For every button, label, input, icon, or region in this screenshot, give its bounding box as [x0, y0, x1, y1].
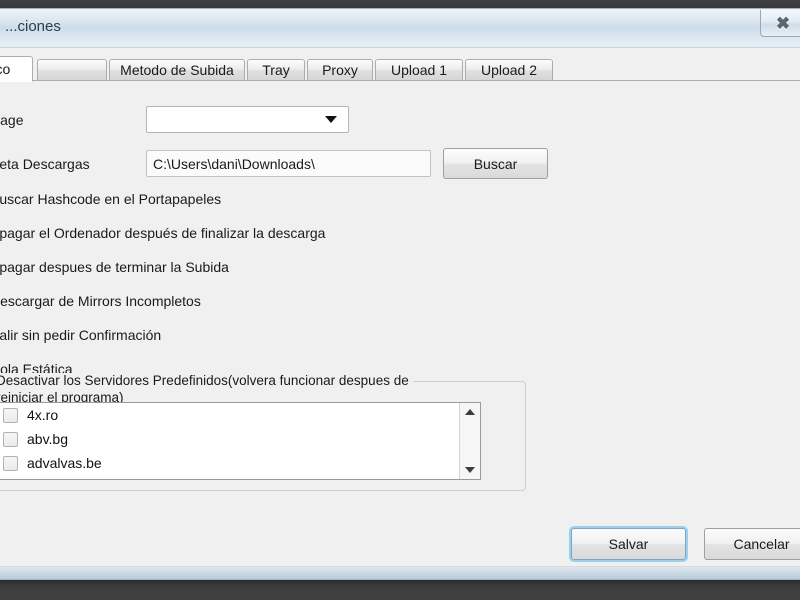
tab-upload-2[interactable]: Upload 2	[465, 59, 553, 81]
checkbox-label: Buscar Hashcode en el Portapapeles	[0, 191, 222, 207]
desktop-background: ...ciones ✖ ásico Metodo de Subida Tray …	[0, 0, 800, 600]
download-folder-input[interactable]: C:\Users\dani\Downloads\	[146, 150, 431, 177]
tab-strip-baseline	[0, 80, 800, 81]
scroll-down-button[interactable]	[460, 461, 480, 479]
checkbox-apagar-despues-subida[interactable]: Apagar despues de terminar la Subida	[0, 257, 229, 277]
language-label: anguage	[0, 112, 24, 128]
list-item[interactable]: abv.bg	[0, 427, 480, 451]
tab-label: Tray	[262, 62, 290, 78]
disabled-servers-groupbox: Desactivar los Servidores Predefinidos(v…	[0, 373, 526, 491]
tab-panel-basico: anguage Carpeta Descargas C:\Users\dani\…	[0, 81, 800, 579]
browse-button-label: Buscar	[473, 155, 518, 172]
tab-label: ásico	[0, 61, 11, 77]
chevron-up-icon	[465, 409, 475, 415]
checkbox-label: Apagar el Ordenador después de finalizar…	[0, 225, 326, 241]
groupbox-title-line1: Desactivar los Servidores Predefinidos(v…	[0, 373, 413, 388]
list-item-label: advalvas.be	[27, 455, 102, 471]
chevron-down-icon	[465, 467, 475, 473]
browse-button[interactable]: Buscar	[443, 148, 548, 179]
tab-metodo-de-subida[interactable]: Metodo de Subida	[109, 59, 245, 81]
checkbox-label: Apagar despues de terminar la Subida	[0, 259, 229, 275]
checkbox-icon	[3, 431, 18, 447]
checkbox-icon	[3, 455, 18, 471]
tab-tray[interactable]: Tray	[247, 59, 305, 81]
tab-label: Proxy	[322, 62, 358, 78]
checkbox-buscar-hashcode[interactable]: Buscar Hashcode en el Portapapeles	[0, 189, 221, 209]
chevron-down-icon	[325, 116, 337, 123]
tab-label: Upload 2	[480, 62, 538, 78]
language-select[interactable]	[146, 106, 349, 133]
tab-proxy[interactable]: Proxy	[307, 59, 373, 81]
options-dialog-window: ...ciones ✖ ásico Metodo de Subida Tray …	[0, 8, 800, 580]
tab-label: Metodo de Subida	[120, 62, 234, 78]
servers-listbox[interactable]: 4x.ro abv.bg advalvas.be	[0, 402, 481, 480]
cancel-button-label: Cancelar	[733, 536, 790, 552]
tab-strip: ásico Metodo de Subida Tray Proxy Upload…	[0, 55, 800, 82]
tab-basico[interactable]: ásico	[0, 56, 33, 82]
list-item[interactable]: 4x.ro	[0, 403, 480, 427]
list-item-label: abv.bg	[27, 431, 68, 447]
checkbox-label: Salir sin pedir Confirmación	[0, 327, 162, 343]
tab-blank[interactable]	[37, 59, 107, 81]
window-title: ...ciones	[5, 18, 61, 35]
close-icon: ✖	[775, 13, 791, 33]
checkbox-label: Descargar de Mirrors Incompletos	[0, 293, 201, 309]
close-button[interactable]: ✖	[760, 10, 800, 37]
tab-upload-1[interactable]: Upload 1	[375, 59, 463, 81]
save-button-label: Salvar	[608, 536, 649, 552]
list-item[interactable]: advalvas.be	[0, 451, 480, 475]
scroll-up-button[interactable]	[460, 403, 480, 421]
checkbox-icon	[3, 407, 18, 423]
tab-label: Upload 1	[390, 62, 448, 78]
list-item-label: 4x.ro	[27, 407, 59, 423]
window-bottom-chrome	[0, 566, 800, 579]
cancel-button[interactable]: Cancelar	[704, 528, 800, 560]
checkbox-descargar-mirrors-incompletos[interactable]: Descargar de Mirrors Incompletos	[0, 291, 201, 311]
window-titlebar[interactable]: ...ciones ✖	[0, 9, 800, 48]
download-folder-label: Carpeta Descargas	[0, 156, 90, 172]
checkbox-apagar-ordenador-descarga[interactable]: Apagar el Ordenador después de finalizar…	[0, 223, 325, 243]
checkbox-salir-sin-confirmacion[interactable]: Salir sin pedir Confirmación	[0, 325, 161, 345]
listbox-vertical-scrollbar[interactable]	[459, 403, 480, 479]
save-button[interactable]: Salvar	[571, 528, 686, 560]
